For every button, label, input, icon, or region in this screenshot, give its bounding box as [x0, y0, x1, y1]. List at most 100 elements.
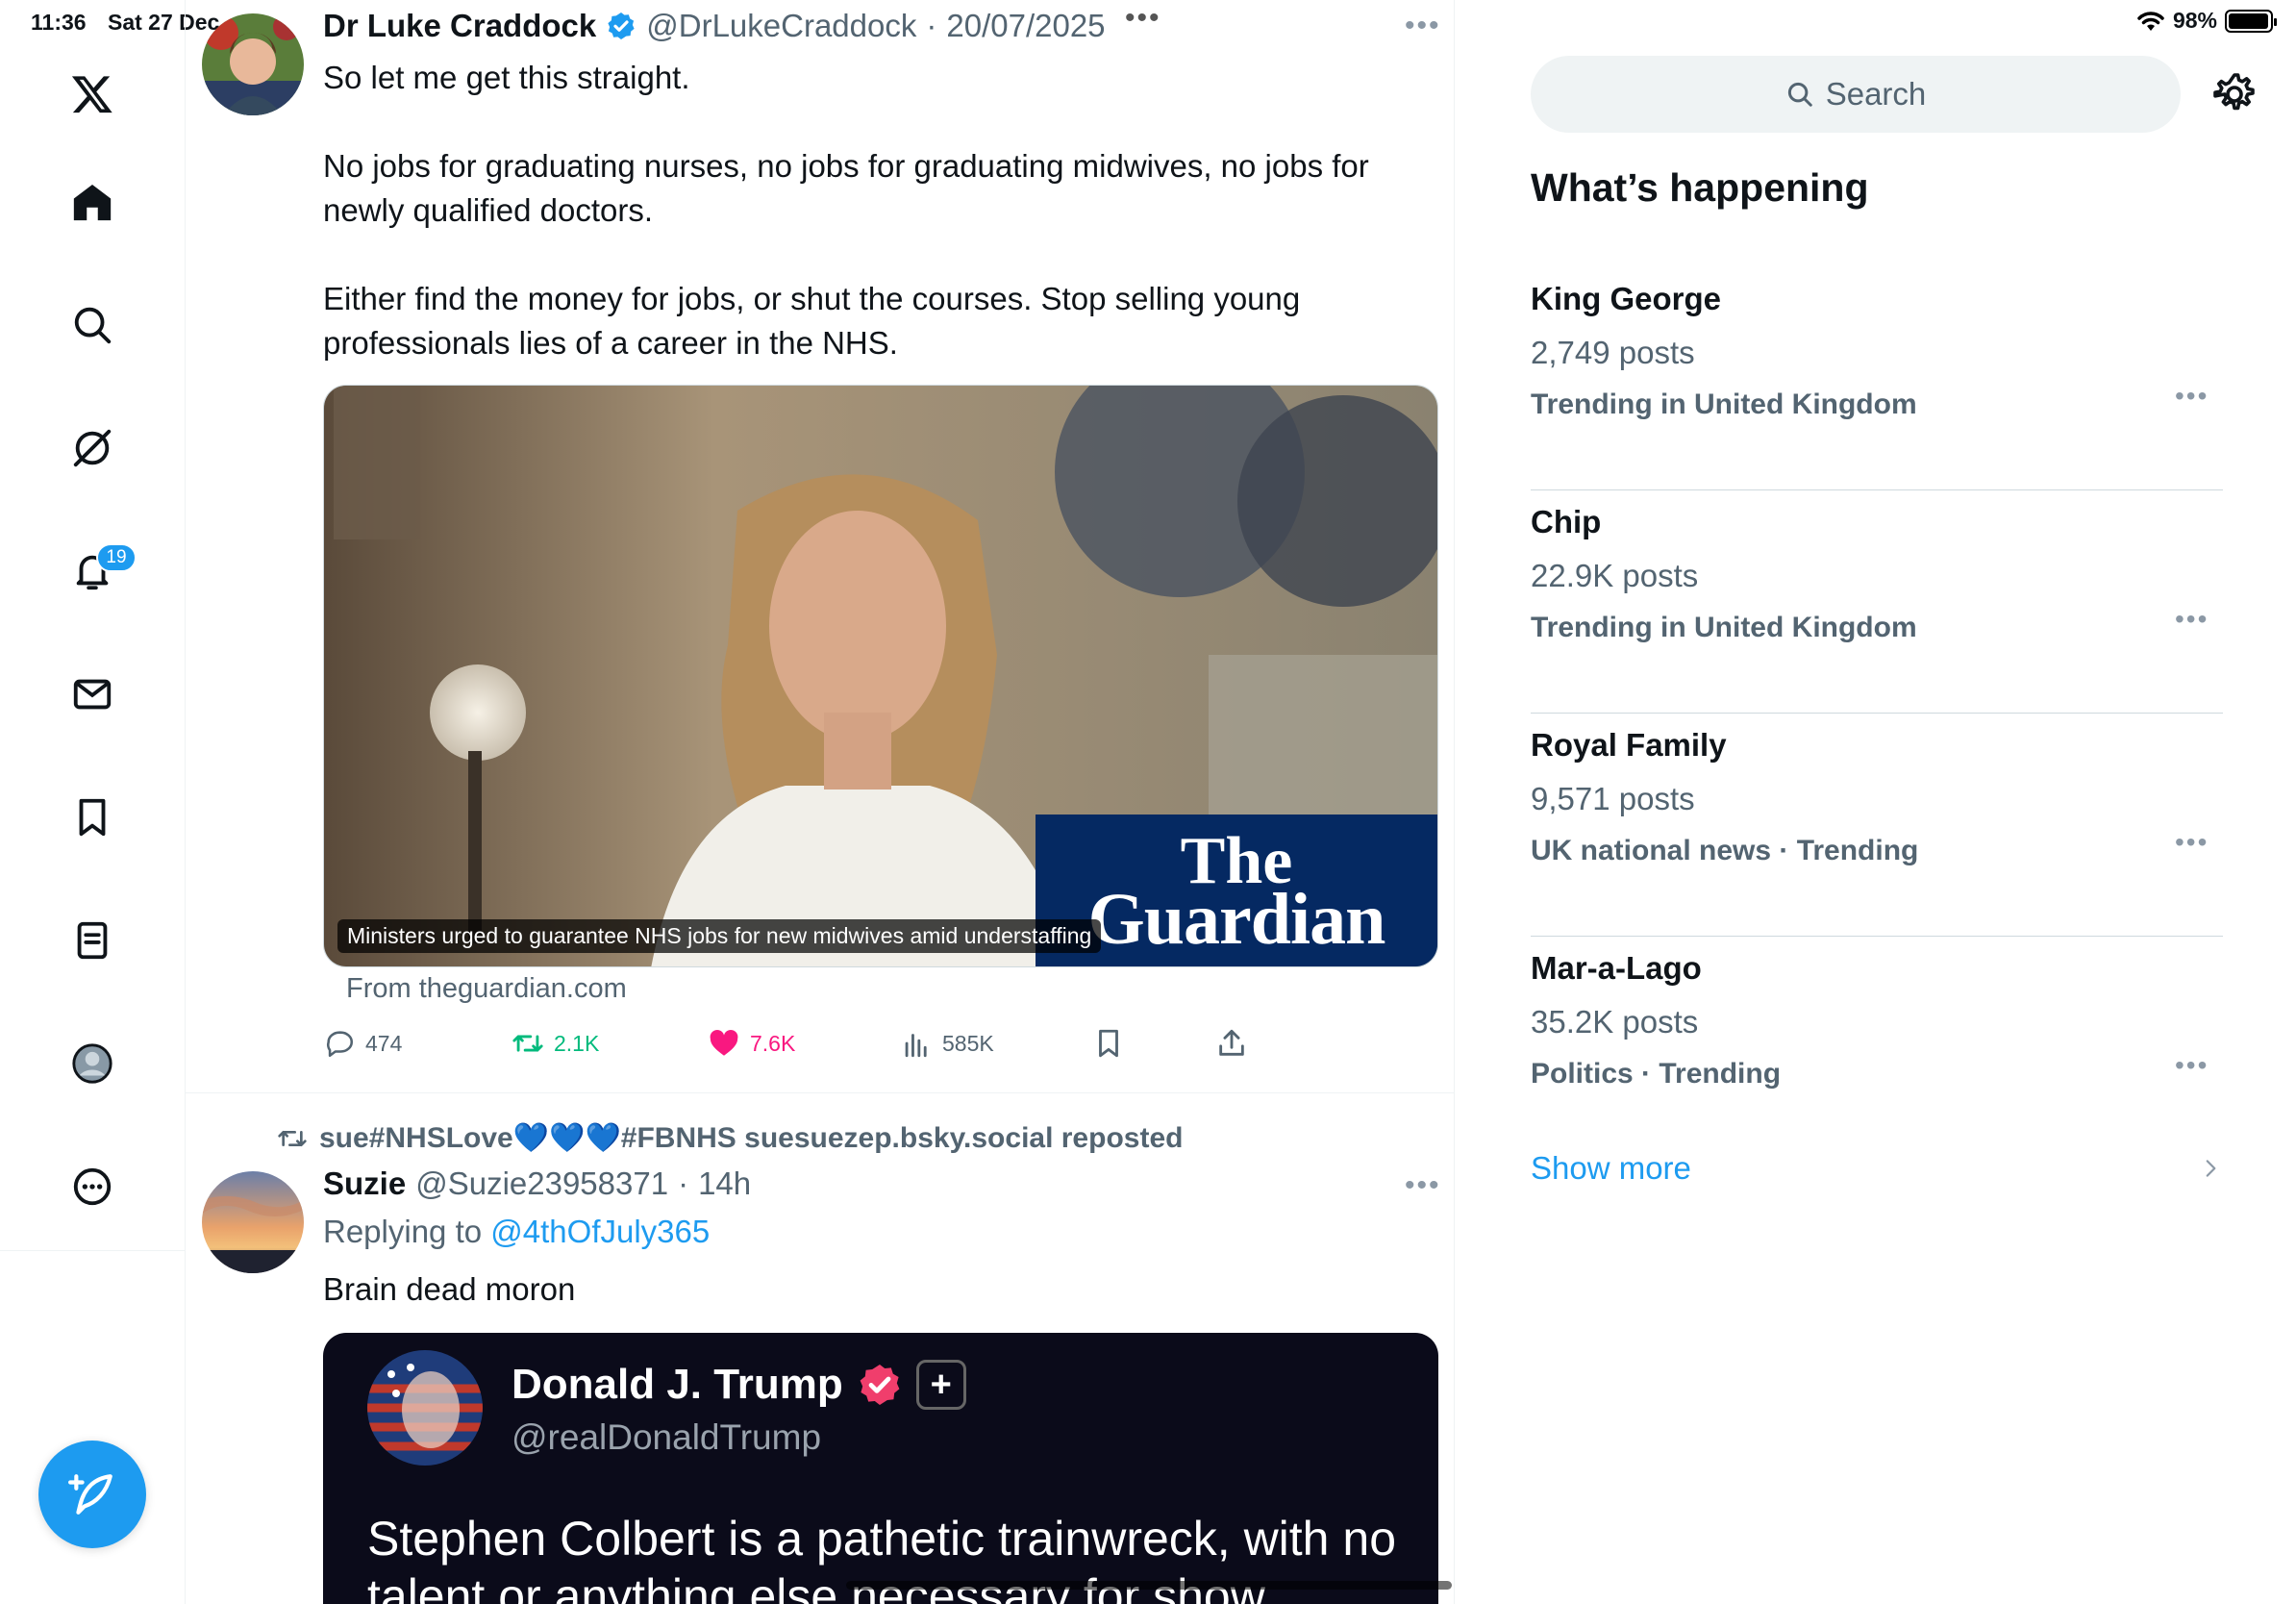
- author-handle[interactable]: @DrLukeCraddock: [646, 8, 916, 44]
- compose-feather-icon: [68, 1474, 112, 1515]
- tweet-text: Brain dead moron: [323, 1267, 1438, 1312]
- trend-name: Royal Family: [1531, 727, 1727, 763]
- trend-count: 22.9K posts: [1531, 558, 1699, 593]
- x-logo-icon[interactable]: [63, 65, 121, 123]
- embedded-image[interactable]: Donald J. Trump + @realDonaldTrump Steph…: [323, 1333, 1438, 1604]
- embedded-avatar: [367, 1350, 483, 1466]
- trend-context: Politics · Trending: [1531, 1058, 1782, 1090]
- trend-count: 2,749 posts: [1531, 335, 1695, 370]
- search-placeholder: Search: [1825, 76, 1927, 112]
- tweet-divider: [186, 1092, 1454, 1093]
- verified-badge-icon: [860, 1365, 900, 1405]
- bookmark-icon: [1099, 1029, 1118, 1058]
- search-icon: [1787, 82, 1812, 107]
- tweet-paragraph: So let me get this straight.: [323, 60, 690, 95]
- chevron-right-icon[interactable]: [2198, 1154, 2223, 1183]
- trend-name: Mar-a-Lago: [1531, 950, 1702, 986]
- repost-button[interactable]: 2.1K: [512, 1027, 599, 1060]
- tweet-header: Dr Luke Craddock @DrLukeCraddock · 20/07…: [323, 8, 1106, 44]
- replying-to-handle[interactable]: @4thOfJuly365: [490, 1214, 710, 1249]
- header-separator: ·: [678, 1165, 689, 1201]
- settings-gear-icon[interactable]: [2211, 71, 2258, 117]
- search-input[interactable]: Search: [1531, 56, 2181, 133]
- timeline: Dr Luke Craddock @DrLukeCraddock · 20/07…: [186, 0, 1455, 1604]
- trend-item[interactable]: Mar-a-Lago 35.2K posts Politics · Trendi…: [1531, 937, 2223, 1160]
- reposted-by-text: sue#NHSLove💙💙💙#FBNHS suesuezep.bsky.soci…: [319, 1122, 1184, 1154]
- trend-name: King George: [1531, 281, 1722, 316]
- post-more-options-icon[interactable]: •••: [1405, 1169, 1441, 1202]
- post-date[interactable]: 20/07/2025: [946, 8, 1105, 44]
- trend-context: Trending in United Kingdom: [1531, 612, 1917, 643]
- card-headline: Ministers urged to guarantee NHS jobs fo…: [337, 919, 1102, 953]
- home-icon[interactable]: [63, 173, 121, 231]
- reply-button[interactable]: 474: [323, 1027, 402, 1060]
- link-card[interactable]: The Guardian Ministers urged to guarante…: [323, 385, 1438, 967]
- scrollbar[interactable]: [846, 1581, 1452, 1590]
- battery-percent: 98%: [2172, 8, 2217, 33]
- bookmark-button[interactable]: [1092, 1027, 1125, 1060]
- reply-icon: [327, 1031, 353, 1058]
- compose-post-button[interactable]: [38, 1441, 146, 1548]
- tweet-paragraph: Either find the money for jobs, or shut …: [323, 281, 1301, 361]
- trend-item[interactable]: King George 2,749 posts Trending in Unit…: [1531, 267, 2223, 490]
- trend-more-icon[interactable]: •••: [2175, 1050, 2209, 1081]
- tweet-actions: 474 2.1K 7.6K 585K: [323, 1027, 1342, 1067]
- trend-more-icon[interactable]: •••: [2175, 381, 2209, 412]
- embedded-name: Donald J. Trump +: [512, 1360, 966, 1410]
- reply-count: 474: [365, 1030, 403, 1056]
- notifications-badge: 19: [96, 543, 137, 572]
- post-more-options-icon[interactable]: •••: [1405, 10, 1441, 42]
- trend-context: UK national news · Trending: [1531, 835, 1919, 866]
- tweet-paragraph: No jobs for graduating nurses, no jobs f…: [323, 148, 1369, 228]
- post-time[interactable]: 14h: [698, 1165, 751, 1202]
- header-separator: ·: [926, 8, 937, 43]
- left-nav: 19: [0, 0, 186, 1604]
- share-button[interactable]: [1215, 1027, 1248, 1060]
- tweet-header: Suzie @Suzie23958371 · 14h: [323, 1165, 751, 1202]
- author-name[interactable]: Dr Luke Craddock: [323, 8, 596, 44]
- grok-icon[interactable]: [63, 419, 121, 477]
- embedded-handle: @realDonaldTrump: [512, 1417, 822, 1457]
- bookmarks-icon[interactable]: [63, 789, 121, 846]
- lists-icon[interactable]: [63, 912, 121, 969]
- author-avatar[interactable]: [202, 13, 304, 115]
- repost-icon: [512, 1035, 543, 1052]
- more-options-icon[interactable]: [63, 1158, 121, 1216]
- author-name[interactable]: Suzie: [323, 1165, 406, 1202]
- trend-more-icon[interactable]: •••: [2175, 827, 2209, 858]
- plus-icon: +: [915, 1360, 966, 1410]
- replying-to-label: Replying to: [323, 1214, 483, 1249]
- trend-name: Chip: [1531, 504, 1602, 539]
- reposted-by[interactable]: sue#NHSLove💙💙💙#FBNHS suesuezep.bsky.soci…: [277, 1121, 1183, 1155]
- embedded-text: Stephen Colbert is a pathetic trainwreck…: [367, 1512, 1396, 1604]
- like-button[interactable]: 7.6K: [708, 1027, 795, 1060]
- trend-item[interactable]: Royal Family 9,571 posts UK national new…: [1531, 714, 2223, 937]
- wifi-icon: [2137, 11, 2164, 31]
- author-avatar[interactable]: [202, 1171, 304, 1273]
- trend-count: 35.2K posts: [1531, 1004, 1699, 1040]
- views-button[interactable]: 585K: [900, 1027, 994, 1060]
- tweet-text: So let me get this straight. No jobs for…: [323, 56, 1438, 365]
- like-count: 7.6K: [750, 1030, 796, 1056]
- search-icon[interactable]: [63, 296, 121, 354]
- card-source[interactable]: From theguardian.com: [346, 973, 627, 1005]
- profile-avatar-icon[interactable]: [63, 1035, 121, 1092]
- repost-count: 2.1K: [554, 1030, 600, 1056]
- show-more-link[interactable]: Show more: [1531, 1150, 1691, 1187]
- repost-icon: [278, 1130, 307, 1146]
- guardian-logo-line2: Guardian: [1087, 879, 1386, 960]
- embedded-name-text: Donald J. Trump: [512, 1361, 843, 1408]
- replying-to: Replying to @4thOfJuly365: [323, 1214, 710, 1250]
- trend-more-icon[interactable]: •••: [2175, 604, 2209, 635]
- share-icon: [1219, 1029, 1244, 1056]
- trend-item[interactable]: Chip 22.9K posts Trending in United King…: [1531, 490, 2223, 714]
- author-handle[interactable]: @Suzie23958371: [415, 1165, 668, 1202]
- verified-badge-icon: [608, 13, 635, 39]
- views-count: 585K: [942, 1030, 994, 1056]
- messages-envelope-icon[interactable]: [63, 665, 121, 723]
- trend-count: 9,571 posts: [1531, 781, 1695, 816]
- trend-context: Trending in United Kingdom: [1531, 388, 1917, 420]
- heart-filled-icon: [710, 1029, 738, 1056]
- views-chart-icon: [905, 1034, 927, 1058]
- battery-icon: [2225, 9, 2277, 33]
